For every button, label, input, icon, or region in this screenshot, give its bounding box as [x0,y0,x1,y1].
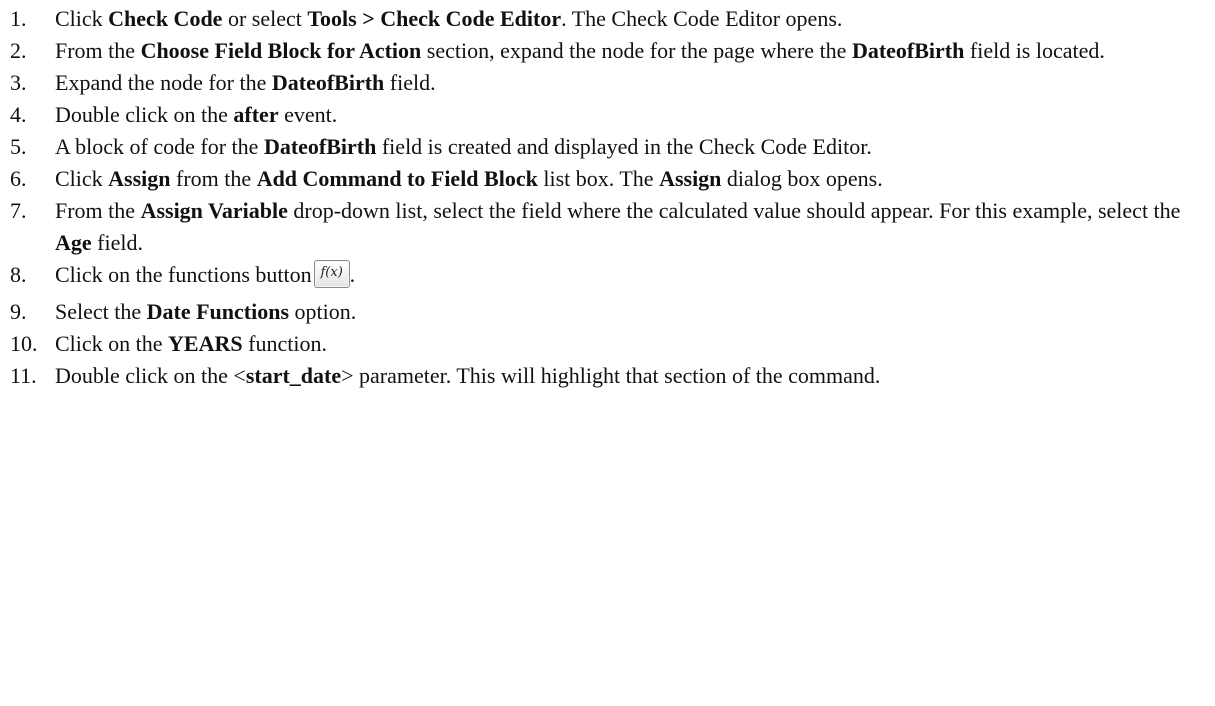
step-text: Double click on the <start_date> paramet… [55,360,1215,392]
bold-term: Date Functions [146,299,290,324]
text-run: From the [55,198,141,223]
text-run: . The Check Code Editor opens. [561,6,843,31]
text-run: drop-down list, select the field where t… [287,198,1181,223]
step-text: Select the Date Functions option. [55,296,1215,328]
text-run: event. [278,102,338,127]
step-item: 7. From the Assign Variable drop-down lis… [0,195,1215,259]
bold-term: Choose Field Block for Action [140,38,422,63]
bold-term: Tools > Check Code Editor [307,6,562,31]
step-item: 2. From the Choose Field Block for Action… [0,35,1215,67]
text-run: Click [55,6,109,31]
text-run: Click on the [55,331,169,356]
text-run: from the [170,166,257,191]
text-run: Click [55,166,109,191]
step-item: 10. Click on the YEARS function. [0,328,1215,360]
step-text: From the Assign Variable drop-down list,… [55,195,1215,259]
step-number: 5. [10,134,27,159]
text-run: dialog box opens. [721,166,883,191]
text-run: field is created and displayed in the Ch… [376,134,872,159]
bold-term: Age [55,230,92,255]
step-text: From the Choose Field Block for Action s… [55,35,1215,67]
step-number: 8. [10,262,27,287]
step-number: 6. [10,166,27,191]
step-number: 11. [10,363,37,388]
text-run: section, expand the node for the page wh… [421,38,852,63]
bold-term: start_date [245,363,342,388]
step-text: Click on the functions button f(x). [55,259,1215,296]
text-run: A block of code for the [55,134,264,159]
bold-term: after [233,102,279,127]
instruction-document: 1. Click Check Code or select Tools > Che… [0,0,1215,706]
text-run: From the [55,38,141,63]
text-run: field. [91,230,143,255]
text-run: . [349,262,356,287]
bold-term: DateofBirth [271,70,385,95]
step-text: Click on the YEARS function. [55,328,1215,360]
bold-term: DateofBirth [263,134,377,159]
step-item: 11. Double click on the <start_date> para… [0,360,1215,392]
step-item: 3. Expand the node for the DateofBirth fi… [0,67,1215,99]
step-text: A block of code for the DateofBirth fiel… [55,131,1215,163]
step-text: Click Assign from the Add Command to Fie… [55,163,1215,195]
step-number: 9. [10,299,27,324]
text-run: function. [242,331,327,356]
functions-button-label: f(x) [320,265,343,280]
step-item: 8. Click on the functions button f(x). [0,259,1215,296]
step-item: 4. Double click on the after event. [0,99,1215,131]
step-item: 9. Select the Date Functions option. [0,296,1215,328]
step-text: Double click on the after event. [55,99,1215,131]
text-run: Expand the node for the [55,70,272,95]
step-number: 2. [10,38,27,63]
bold-term: Check Code [108,6,223,31]
step-number: 10. [10,331,38,356]
step-item: 5. A block of code for the DateofBirth fi… [0,131,1215,163]
text-run: field is located. [964,38,1105,63]
text-run: list box. The [537,166,660,191]
bold-term: Add Command to Field Block [256,166,538,191]
text-run: option. [289,299,357,324]
step-number: 4. [10,102,27,127]
functions-button-icon: f(x) [313,260,350,288]
bold-term: Assign Variable [140,198,288,223]
text-run: Double click on the < [55,363,246,388]
bold-term: Assign [659,166,722,191]
text-run: Select the [55,299,147,324]
step-number: 3. [10,70,27,95]
bold-term: YEARS [168,331,243,356]
steps-list: 1. Click Check Code or select Tools > Che… [0,3,1215,392]
bold-term: Assign [108,166,171,191]
step-number: 7. [10,198,27,223]
text-run: Double click on the [55,102,234,127]
step-number: 1. [10,6,27,31]
text-run: Click on the functions button [55,262,312,287]
step-text: Expand the node for the DateofBirth fiel… [55,67,1215,99]
step-text: Click Check Code or select Tools > Check… [55,3,1215,35]
step-item: 1. Click Check Code or select Tools > Che… [0,3,1215,35]
text-run: field. [384,70,436,95]
step-item: 6. Click Assign from the Add Command to F… [0,163,1215,195]
text-run: > parameter. This will highlight that se… [341,363,881,388]
text-run: or select [222,6,308,31]
bold-term: DateofBirth [851,38,965,63]
